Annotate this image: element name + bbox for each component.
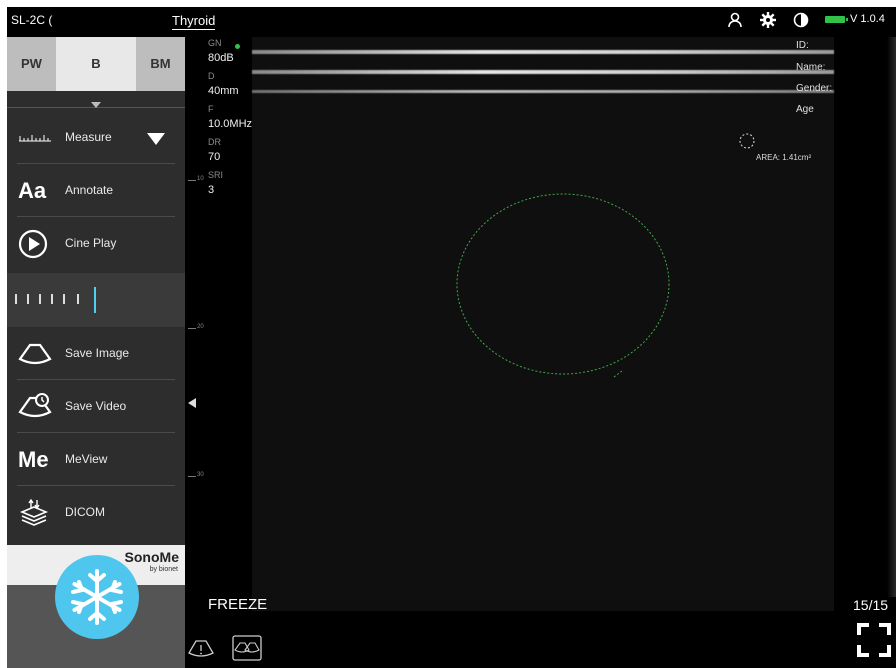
f-label: F bbox=[208, 104, 214, 114]
freeze-status: FREEZE bbox=[208, 596, 268, 613]
patient-id: ID: bbox=[796, 40, 809, 51]
play-icon bbox=[18, 229, 52, 259]
d-label: D bbox=[208, 71, 215, 81]
meview-icon: Me bbox=[18, 447, 49, 472]
probe-video-icon bbox=[18, 392, 52, 422]
text-icon: Aa bbox=[18, 178, 47, 203]
probe-warning-icon[interactable] bbox=[187, 637, 215, 661]
version-label: V 1.0.4 bbox=[850, 13, 885, 25]
save-image-label: Save Image bbox=[65, 346, 130, 360]
dicom-label: DICOM bbox=[65, 505, 105, 519]
ruler-tick bbox=[188, 328, 196, 329]
frame-counter: 15/15 bbox=[853, 597, 889, 613]
mode-b-button[interactable]: B bbox=[56, 37, 136, 91]
dicom-icon bbox=[18, 498, 52, 528]
dicom-button[interactable]: DICOM bbox=[7, 486, 185, 539]
mode-bm-button[interactable]: BM bbox=[136, 37, 185, 91]
ruler-label: 20 bbox=[197, 324, 204, 330]
chevron-down-icon[interactable] bbox=[147, 133, 165, 145]
cine-play-label: Cine Play bbox=[65, 236, 117, 250]
area-roi-ellipse bbox=[456, 193, 670, 375]
cine-slider[interactable] bbox=[7, 273, 185, 327]
freeze-button[interactable] bbox=[55, 555, 139, 639]
d-value: 40mm bbox=[208, 85, 239, 97]
ruler-tick bbox=[188, 180, 196, 181]
save-image-button[interactable]: Save Image bbox=[7, 327, 185, 380]
slider-tick bbox=[27, 294, 29, 304]
patient-gender: Gender: bbox=[796, 83, 833, 94]
gallery-icon[interactable] bbox=[231, 634, 263, 662]
cine-play-button[interactable]: Cine Play bbox=[7, 217, 185, 270]
brand-sub: by bionet bbox=[149, 566, 178, 573]
probe-image-icon bbox=[18, 339, 52, 369]
measure-label: Measure bbox=[65, 130, 112, 144]
contrast-icon[interactable] bbox=[792, 11, 810, 29]
ruler-label: 30 bbox=[197, 472, 204, 478]
area-marker-icon bbox=[739, 133, 755, 149]
roi-handle bbox=[613, 370, 623, 378]
gn-value: 80dB bbox=[208, 52, 234, 64]
gain-indicator bbox=[235, 44, 240, 49]
mode-caret-icon bbox=[91, 102, 101, 108]
roi-overlay[interactable] bbox=[252, 37, 834, 611]
ultrasound-app: SL-2C ( Thyroid V 1.0.4 GN 80dB D 40mm F… bbox=[7, 7, 896, 668]
mode-pw-button[interactable]: PW bbox=[7, 37, 56, 91]
annotate-label: Annotate bbox=[65, 183, 114, 197]
slider-tick bbox=[77, 294, 79, 304]
fullscreen-icon[interactable] bbox=[857, 623, 891, 657]
ruler-label: 10 bbox=[197, 176, 204, 182]
slider-tick bbox=[63, 294, 65, 304]
mode-bar: PW B BM bbox=[7, 37, 185, 91]
snowflake-icon bbox=[71, 569, 123, 625]
user-icon[interactable] bbox=[726, 11, 744, 29]
image-edge bbox=[887, 37, 896, 597]
gn-label: GN bbox=[208, 38, 222, 48]
annotate-button[interactable]: Aa Annotate bbox=[7, 164, 185, 217]
probe-name: SL-2C ( bbox=[11, 13, 53, 27]
battery-icon bbox=[825, 16, 848, 23]
f-value: 10.0MHz bbox=[208, 118, 253, 130]
preset-tab[interactable]: Thyroid bbox=[172, 13, 216, 30]
ruler-tick bbox=[188, 476, 196, 477]
save-video-label: Save Video bbox=[65, 399, 127, 413]
slider-handle[interactable] bbox=[94, 287, 96, 313]
slider-tick bbox=[15, 294, 17, 304]
slider-tick bbox=[51, 294, 53, 304]
dr-value: 70 bbox=[208, 151, 221, 163]
meview-button[interactable]: Me MeView bbox=[7, 433, 185, 486]
sri-value: 3 bbox=[208, 184, 215, 196]
area-measurement: AREA: 1.41cm² bbox=[756, 153, 812, 162]
slider-tick bbox=[39, 294, 41, 304]
meview-label: MeView bbox=[65, 452, 108, 466]
patient-age: Age bbox=[796, 104, 814, 115]
sri-label: SRI bbox=[208, 170, 224, 180]
ruler-icon bbox=[18, 111, 52, 142]
save-video-button[interactable]: Save Video bbox=[7, 380, 185, 433]
gear-icon[interactable] bbox=[759, 11, 777, 29]
dr-label: DR bbox=[208, 137, 221, 147]
patient-name: Name: bbox=[796, 62, 826, 73]
focus-marker-icon[interactable] bbox=[188, 398, 196, 408]
ultrasound-image[interactable] bbox=[252, 37, 834, 611]
